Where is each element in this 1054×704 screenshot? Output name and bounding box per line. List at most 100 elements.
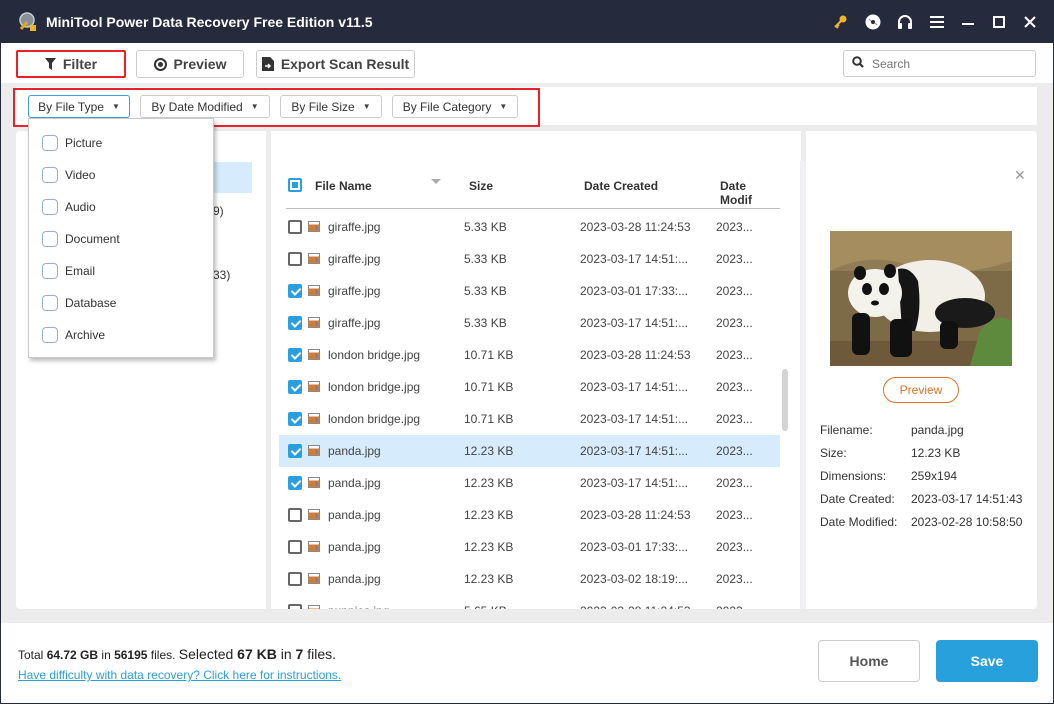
file-date-modified: 2023... [716, 604, 753, 609]
file-name: panda.jpg [328, 540, 381, 554]
option-checkbox[interactable] [42, 263, 58, 279]
file-name: panda.jpg [328, 572, 381, 586]
option-checkbox[interactable] [42, 327, 58, 343]
file-row[interactable]: panda.jpg 12.23 KB 2023-03-17 14:51:... 202… [279, 435, 780, 467]
filter-button[interactable]: Filter [16, 50, 126, 78]
row-checkbox[interactable] [288, 348, 302, 362]
file-row[interactable]: puppies.jpg 5.65 KB 2023-03-28 11:24:53 202… [279, 595, 780, 609]
option-checkbox[interactable] [42, 135, 58, 151]
option-label: Document [65, 232, 120, 246]
row-checkbox[interactable] [288, 604, 302, 609]
close-preview-icon[interactable]: ✕ [1014, 167, 1026, 184]
file-date-created: 2023-03-17 14:51:... [580, 252, 689, 266]
image-file-icon [308, 541, 320, 552]
search-input[interactable] [872, 56, 1022, 71]
row-checkbox[interactable] [288, 284, 302, 298]
image-file-icon [308, 445, 320, 456]
help-link[interactable]: Have difficulty with data recovery? Clic… [18, 668, 341, 682]
column-size[interactable]: Size [469, 179, 493, 193]
option-label: Video [65, 168, 96, 182]
export-scan-result-button[interactable]: Export Scan Result [256, 50, 415, 78]
headset-icon[interactable] [895, 12, 915, 32]
file-size: 12.23 KB [464, 444, 514, 458]
file-type-option[interactable]: Picture [42, 134, 102, 152]
file-date-modified: 2023... [716, 316, 753, 330]
file-date-modified: 2023... [716, 508, 753, 522]
file-row[interactable]: giraffe.jpg 5.33 KB 2023-03-17 14:51:... 20… [279, 243, 780, 275]
save-button[interactable]: Save [936, 640, 1038, 682]
file-row[interactable]: panda.jpg 12.23 KB 2023-03-02 18:19:... 202… [279, 563, 780, 595]
close-icon[interactable] [1020, 12, 1040, 32]
minimize-icon[interactable] [959, 12, 979, 32]
file-row[interactable]: giraffe.jpg 5.33 KB 2023-03-28 11:24:53 202… [279, 211, 780, 243]
row-checkbox[interactable] [288, 476, 302, 490]
row-checkbox[interactable] [288, 220, 302, 234]
disc-icon[interactable] [863, 12, 883, 32]
row-checkbox[interactable] [288, 412, 302, 426]
row-checkbox[interactable] [288, 444, 302, 458]
export-file-icon [261, 57, 274, 71]
file-type-option[interactable]: Video [42, 166, 95, 184]
image-file-icon [308, 253, 320, 264]
sort-arrow-icon[interactable] [431, 179, 441, 184]
file-date-created: 2023-03-01 17:33:... [580, 284, 689, 298]
select-all-checkbox[interactable] [288, 178, 302, 192]
image-file-icon [308, 477, 320, 488]
preview-file-button[interactable]: Preview [883, 377, 959, 403]
option-checkbox[interactable] [42, 199, 58, 215]
file-row[interactable]: panda.jpg 12.23 KB 2023-03-17 14:51:... 202… [279, 467, 780, 499]
row-checkbox[interactable] [288, 316, 302, 330]
file-size: 12.23 KB [464, 476, 514, 490]
summary-text: Selected [178, 646, 238, 662]
column-date-created[interactable]: Date Created [584, 179, 658, 193]
file-row[interactable]: london bridge.jpg 10.71 KB 2023-03-17 14:5… [279, 371, 780, 403]
tree-item-count[interactable]: 9) [213, 204, 224, 218]
option-checkbox[interactable] [42, 167, 58, 183]
file-name: london bridge.jpg [328, 348, 421, 362]
toolbar: Filter Preview Export Scan Result [1, 43, 1053, 83]
file-date-modified: 2023... [716, 380, 753, 394]
file-list-scrollbar[interactable] [782, 369, 788, 431]
file-type-option[interactable]: Archive [42, 326, 105, 344]
row-checkbox[interactable] [288, 508, 302, 522]
file-size: 5.33 KB [464, 252, 507, 266]
file-type-option[interactable]: Email [42, 262, 95, 280]
image-file-icon [308, 381, 320, 392]
row-checkbox[interactable] [288, 540, 302, 554]
image-file-icon [308, 349, 320, 360]
preview-button[interactable]: Preview [136, 50, 244, 78]
column-date-modified[interactable]: Date Modif [720, 179, 780, 207]
option-checkbox[interactable] [42, 231, 58, 247]
file-date-modified: 2023... [716, 444, 753, 458]
row-checkbox[interactable] [288, 252, 302, 266]
file-row[interactable]: panda.jpg 12.23 KB 2023-03-28 11:24:53 2023… [279, 499, 780, 531]
filter-button-label: Filter [62, 56, 98, 72]
column-file-name[interactable]: File Name [315, 179, 372, 193]
file-row[interactable]: london bridge.jpg 10.71 KB 2023-03-28 11:2… [279, 339, 780, 371]
file-type-option[interactable]: Audio [42, 198, 96, 216]
file-row[interactable]: panda.jpg 12.23 KB 2023-03-01 17:33:... 202… [279, 531, 780, 563]
home-button[interactable]: Home [818, 640, 920, 682]
file-name: puppies.jpg [328, 604, 389, 609]
tree-item-count[interactable]: 33) [213, 268, 230, 282]
file-row[interactable]: giraffe.jpg 5.33 KB 2023-03-17 14:51:... 20… [279, 307, 780, 339]
file-row[interactable]: giraffe.jpg 5.33 KB 2023-03-01 17:33:... 20… [279, 275, 780, 307]
file-size: 5.33 KB [464, 284, 507, 298]
file-type-option[interactable]: Document [42, 230, 120, 248]
file-type-option[interactable]: Database [42, 294, 116, 312]
total-size: 64.72 GB [46, 648, 99, 662]
maximize-icon[interactable] [989, 12, 1009, 32]
menu-icon[interactable] [927, 12, 947, 32]
search-box[interactable] [843, 50, 1036, 77]
file-date-modified: 2023... [716, 476, 753, 490]
summary-text: in [98, 648, 115, 662]
total-files: 56195 [114, 648, 148, 662]
file-size: 10.71 KB [464, 348, 514, 362]
option-checkbox[interactable] [42, 295, 58, 311]
key-icon[interactable] [830, 12, 850, 32]
row-checkbox[interactable] [288, 572, 302, 586]
option-label: Picture [65, 136, 103, 150]
row-checkbox[interactable] [288, 380, 302, 394]
file-row[interactable]: london bridge.jpg 10.71 KB 2023-03-17 14:5… [279, 403, 780, 435]
file-size: 10.71 KB [464, 412, 514, 426]
